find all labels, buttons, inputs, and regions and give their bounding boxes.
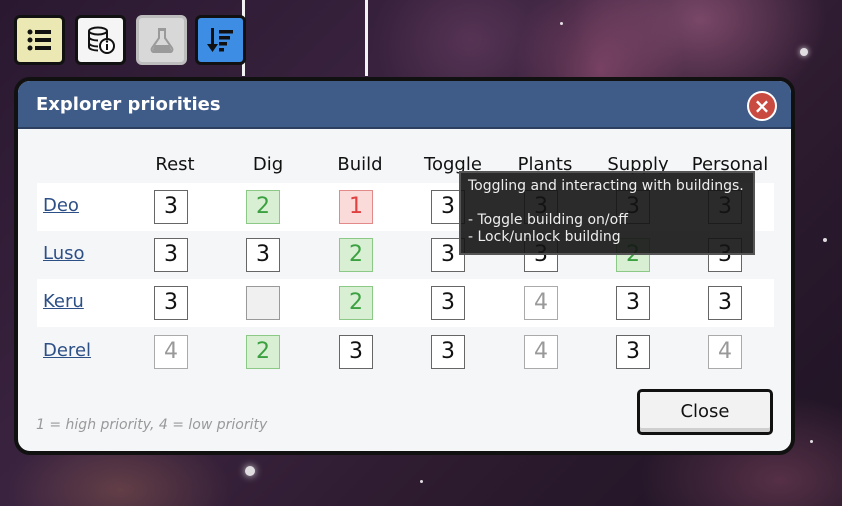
- priority-cell-derel-personal[interactable]: 4: [708, 335, 742, 369]
- background-star: [245, 466, 255, 476]
- background-star: [420, 480, 423, 483]
- priority-cell-keru-personal[interactable]: 3: [708, 286, 742, 320]
- priority-cell-keru-toggle[interactable]: 3: [431, 286, 465, 320]
- priority-cell-keru-supply[interactable]: 3: [616, 286, 650, 320]
- list-button[interactable]: [14, 15, 65, 65]
- priority-cell-keru-plants[interactable]: 4: [524, 286, 558, 320]
- priority-cell-deo-build[interactable]: 1: [339, 190, 373, 224]
- column-header-dig: Dig: [252, 154, 284, 175]
- background-line-right: [365, 0, 368, 76]
- close-button[interactable]: Close: [637, 389, 773, 435]
- dialog-header: Explorer priorities: [18, 81, 791, 129]
- background-star: [560, 22, 563, 25]
- table-row-keru: Keru 3 2 3 4 3 3: [37, 279, 774, 327]
- database-info-icon: [87, 26, 115, 54]
- priority-legend-note: 1 = high priority, 4 = low priority: [36, 417, 268, 433]
- priority-cell-luso-dig[interactable]: 3: [246, 238, 280, 272]
- priority-cell-derel-toggle[interactable]: 3: [431, 335, 465, 369]
- priority-cell-keru-rest[interactable]: 3: [154, 286, 188, 320]
- priority-cell-luso-build[interactable]: 2: [339, 238, 373, 272]
- priority-cell-derel-rest[interactable]: 4: [154, 335, 188, 369]
- close-icon[interactable]: ×: [747, 91, 777, 121]
- explorer-name-keru[interactable]: Keru: [43, 291, 84, 312]
- priority-cell-deo-rest[interactable]: 3: [154, 190, 188, 224]
- explorer-name-deo[interactable]: Deo: [43, 195, 79, 216]
- list-icon: [27, 29, 51, 51]
- sort-button[interactable]: [195, 15, 246, 65]
- priority-cell-derel-dig[interactable]: 2: [246, 335, 280, 369]
- flask-icon: [150, 28, 173, 53]
- explorer-name-derel[interactable]: Derel: [43, 340, 91, 361]
- background-star: [823, 238, 827, 242]
- database-info-button[interactable]: [75, 15, 126, 65]
- priority-cell-deo-dig[interactable]: 2: [246, 190, 280, 224]
- priority-cell-derel-supply[interactable]: 3: [616, 335, 650, 369]
- toggle-tooltip: Toggling and interacting with buildings.…: [459, 171, 755, 255]
- explorer-priorities-dialog: Explorer priorities × Rest Dig Build Tog…: [14, 77, 795, 455]
- table-row-derel: Derel 4 2 3 3 4 3 4: [37, 328, 774, 376]
- flask-button[interactable]: [136, 15, 187, 65]
- priority-cell-keru-build[interactable]: 2: [339, 286, 373, 320]
- sort-icon: [206, 28, 233, 52]
- column-header-rest: Rest: [155, 154, 195, 175]
- priority-cell-derel-plants[interactable]: 4: [524, 335, 558, 369]
- priority-cell-luso-rest[interactable]: 3: [154, 238, 188, 272]
- explorer-name-luso[interactable]: Luso: [43, 243, 85, 264]
- column-header-build: Build: [337, 154, 383, 175]
- priority-cell-keru-dig[interactable]: [246, 286, 280, 320]
- priority-cell-derel-build[interactable]: 3: [339, 335, 373, 369]
- dialog-title: Explorer priorities: [36, 93, 221, 115]
- background-star: [810, 440, 813, 443]
- background-star: [800, 48, 808, 56]
